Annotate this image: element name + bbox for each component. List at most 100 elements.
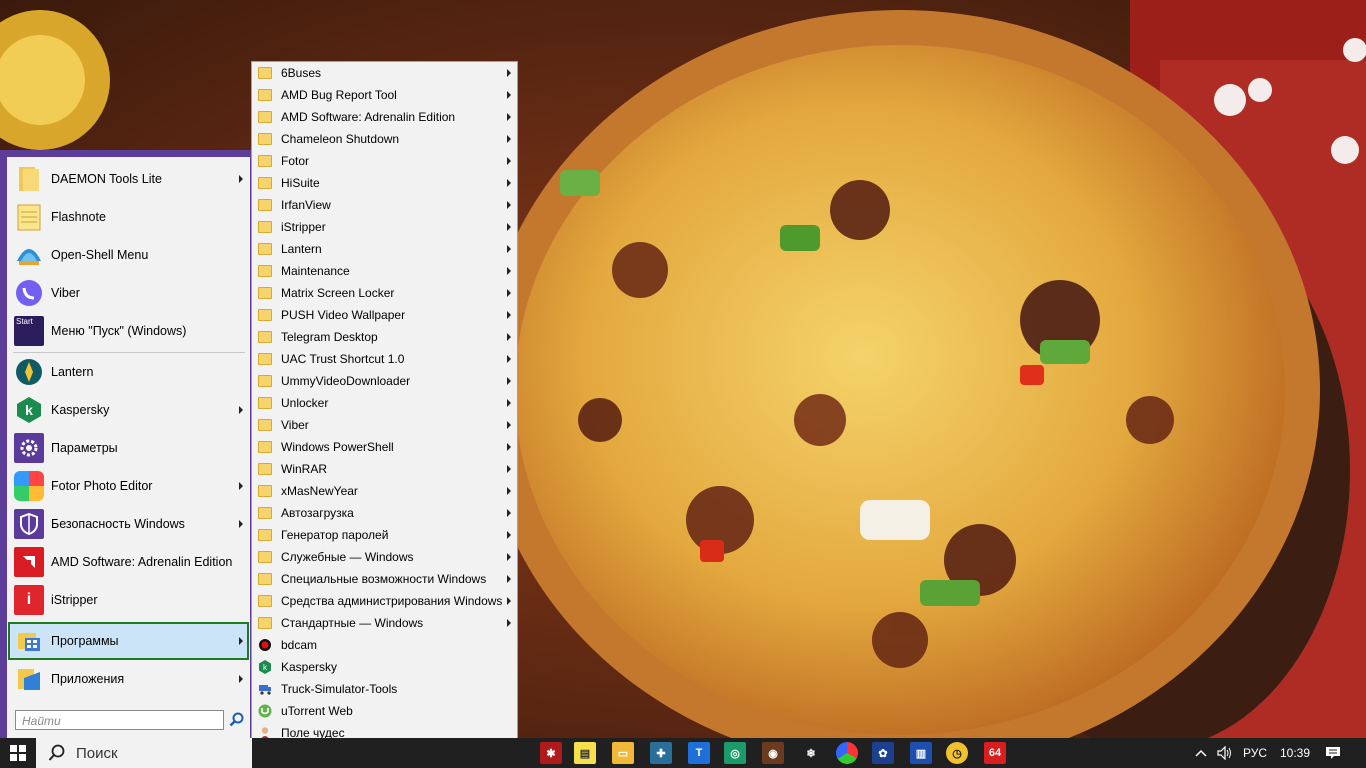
folder-icon bbox=[258, 88, 272, 102]
amd-icon bbox=[14, 547, 44, 577]
programs-item-label: iStripper bbox=[281, 220, 326, 234]
programs-folder-windows-powershell[interactable]: Windows PowerShell bbox=[252, 436, 517, 458]
programs-folder-amd-bug-report-tool[interactable]: AMD Bug Report Tool bbox=[252, 84, 517, 106]
programs-folder-telegram-desktop[interactable]: Telegram Desktop bbox=[252, 326, 517, 348]
programs-item-label: Kaspersky bbox=[281, 660, 338, 674]
64-app-icon[interactable]: 64 bbox=[984, 742, 1006, 764]
programs-folder-fotor[interactable]: Fotor bbox=[252, 150, 517, 172]
truck-icon bbox=[258, 682, 272, 696]
paw-icon[interactable]: ✿ bbox=[872, 742, 894, 764]
folder-icon bbox=[258, 506, 272, 520]
folder-icon bbox=[258, 132, 272, 146]
programs-folder-xmasnewyear[interactable]: xMasNewYear bbox=[252, 480, 517, 502]
programs-folder-средства-администрирования-windows[interactable]: Средства администрирования Windows bbox=[252, 590, 517, 612]
programs-folder-uac-trust-shortcut-1-0[interactable]: UAC Trust Shortcut 1.0 bbox=[252, 348, 517, 370]
programs-folder-стандартные-windows[interactable]: Стандартные — Windows bbox=[252, 612, 517, 634]
programs-folder-irfanview[interactable]: IrfanView bbox=[252, 194, 517, 216]
programs-item-label: Lantern bbox=[281, 242, 322, 256]
start-item-kaspersky[interactable]: k Kaspersky bbox=[8, 391, 249, 429]
submenu-arrow-icon bbox=[239, 520, 243, 528]
programs-folder-chameleon-shutdown[interactable]: Chameleon Shutdown bbox=[252, 128, 517, 150]
clock[interactable]: 10:39 bbox=[1280, 738, 1310, 768]
programs-folder-генератор-паролей[interactable]: Генератор паролей bbox=[252, 524, 517, 546]
folder-icon bbox=[258, 242, 272, 256]
start-item-settings[interactable]: Параметры bbox=[8, 429, 249, 467]
folder-icon bbox=[258, 594, 272, 608]
search-icon[interactable] bbox=[229, 712, 245, 728]
start-item-flashnote[interactable]: Flashnote bbox=[8, 198, 249, 236]
start-item-windows-security[interactable]: Безопасность Windows bbox=[8, 505, 249, 543]
start-item-fotor[interactable]: Fotor Photo Editor bbox=[8, 467, 249, 505]
puzzle-icon[interactable]: ✚ bbox=[650, 742, 672, 764]
coffee-icon[interactable]: ◉ bbox=[762, 742, 784, 764]
green-app-icon[interactable]: ◎ bbox=[724, 742, 746, 764]
submenu-arrow-icon bbox=[507, 421, 511, 429]
programs-app-kaspersky[interactable]: k Kaspersky bbox=[252, 656, 517, 678]
programs-folder-matrix-screen-locker[interactable]: Matrix Screen Locker bbox=[252, 282, 517, 304]
clock-app-icon[interactable]: ◷ bbox=[946, 742, 968, 764]
programs-item-label: Unlocker bbox=[281, 396, 329, 410]
chart-app-icon[interactable]: ▥ bbox=[910, 742, 932, 764]
folder-icon bbox=[258, 330, 272, 344]
notifications-icon[interactable] bbox=[1325, 738, 1341, 768]
programs-folder-push-video-wallpaper[interactable]: PUSH Video Wallpaper bbox=[252, 304, 517, 326]
file-explorer-icon[interactable]: ▭ bbox=[612, 742, 634, 764]
app-red-icon[interactable]: ✱ bbox=[540, 742, 562, 764]
submenu-arrow-icon bbox=[507, 223, 511, 231]
programs-app-truck-simulator-tools[interactable]: Truck-Simulator-Tools bbox=[252, 678, 517, 700]
programs-item-label: IrfanView bbox=[281, 198, 331, 212]
color-wheel-icon[interactable] bbox=[836, 742, 858, 764]
folder-icon bbox=[258, 176, 272, 190]
volume-icon[interactable] bbox=[1217, 738, 1233, 768]
programs-folder-amd-software-adrenalin-edition[interactable]: AMD Software: Adrenalin Edition bbox=[252, 106, 517, 128]
programs-folder-автозагрузка[interactable]: Автозагрузка bbox=[252, 502, 517, 524]
programs-folder-ummyvideodownloader[interactable]: UmmyVideoDownloader bbox=[252, 370, 517, 392]
start-item-applications[interactable]: Приложения bbox=[8, 660, 249, 698]
programs-folder-istripper[interactable]: iStripper bbox=[252, 216, 517, 238]
programs-item-label: Viber bbox=[281, 418, 309, 432]
programs-folder-lantern[interactable]: Lantern bbox=[252, 238, 517, 260]
start-item-viber[interactable]: Viber bbox=[8, 274, 249, 312]
snowflake-icon[interactable]: ❄ bbox=[800, 742, 822, 764]
search-input[interactable]: Найти bbox=[15, 710, 224, 730]
programs-item-label: Служебные — Windows bbox=[281, 550, 414, 564]
language-indicator[interactable]: РУС bbox=[1243, 738, 1267, 768]
programs-folder-viber[interactable]: Viber bbox=[252, 414, 517, 436]
start-item-lantern[interactable]: Lantern bbox=[8, 353, 249, 391]
chevron-up-icon[interactable] bbox=[1195, 738, 1207, 768]
fotor-icon bbox=[14, 471, 44, 501]
windows-logo-icon bbox=[10, 745, 26, 761]
start-item-daemon-tools[interactable]: DAEMON Tools Lite bbox=[8, 160, 249, 198]
programs-folder-maintenance[interactable]: Maintenance bbox=[252, 260, 517, 282]
start-item-istripper[interactable]: i iStripper bbox=[8, 581, 249, 619]
windows-start-button[interactable] bbox=[0, 738, 36, 768]
programs-item-label: WinRAR bbox=[281, 462, 328, 476]
submenu-arrow-icon bbox=[507, 267, 511, 275]
taskbar-search-box[interactable]: Поиск bbox=[36, 738, 252, 768]
folder-icon bbox=[258, 462, 272, 476]
sticky-note-icon[interactable]: ▤ bbox=[574, 742, 596, 764]
start-item-windows-start-menu[interactable]: Start Меню "Пуск" (Windows) bbox=[8, 312, 249, 350]
programs-app-utorrent-web[interactable]: uTorrent Web bbox=[252, 700, 517, 722]
folder-icon bbox=[258, 110, 272, 124]
folder-icon bbox=[258, 374, 272, 388]
start-item-amd-software[interactable]: AMD Software: Adrenalin Edition bbox=[8, 543, 249, 581]
folder-icon bbox=[14, 164, 44, 194]
folder-icon bbox=[258, 352, 272, 366]
programs-folder-6buses[interactable]: 6Buses bbox=[252, 62, 517, 84]
folder-icon bbox=[258, 550, 272, 564]
programs-item-label: Генератор паролей bbox=[281, 528, 389, 542]
submenu-arrow-icon bbox=[507, 289, 511, 297]
programs-folder-unlocker[interactable]: Unlocker bbox=[252, 392, 517, 414]
programs-folder-специальные-возможности-windows[interactable]: Специальные возможности Windows bbox=[252, 568, 517, 590]
programs-folder-hisuite[interactable]: HiSuite bbox=[252, 172, 517, 194]
bdcam-icon bbox=[258, 638, 272, 652]
folder-icon bbox=[258, 396, 272, 410]
programs-folder-winrar[interactable]: WinRAR bbox=[252, 458, 517, 480]
t-app-icon[interactable]: T bbox=[688, 742, 710, 764]
start-item-open-shell[interactable]: Open-Shell Menu bbox=[8, 236, 249, 274]
start-item-programs[interactable]: Программы bbox=[8, 622, 249, 660]
programs-folder-служебные-windows[interactable]: Служебные — Windows bbox=[252, 546, 517, 568]
programs-app-bdcam[interactable]: bdcam bbox=[252, 634, 517, 656]
folder-icon bbox=[258, 418, 272, 432]
